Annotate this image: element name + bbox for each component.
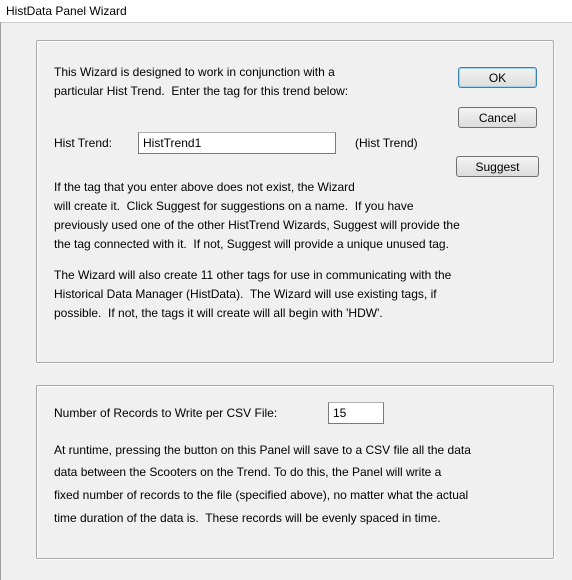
intro-line-2: particular Hist Trend. Enter the tag for… [54,84,349,98]
suggest-button[interactable]: Suggest [456,156,539,177]
para1-line-1: If the tag that you enter above does not… [54,180,355,194]
cancel-button[interactable]: Cancel [458,107,537,128]
para2-line-3: possible. If not, the tags it will creat… [54,306,383,320]
hist-trend-label: Hist Trend: [54,136,113,150]
para3-line-1: At runtime, pressing the button on this … [54,443,471,457]
window-border [0,22,1,580]
title-bar: HistData Panel Wizard [0,0,572,23]
para2-line-1: The Wizard will also create 11 other tag… [54,268,452,282]
hist-trend-type-label: (Hist Trend) [355,136,418,150]
para1-line-4: the tag connected with it. If not, Sugge… [54,237,449,251]
ok-button[interactable]: OK [458,67,537,88]
para3-line-2: data between the Scooters on the Trend. … [54,465,442,479]
para3-line-4: time duration of the data is. These reco… [54,511,441,525]
records-input[interactable] [328,402,384,424]
records-label: Number of Records to Write per CSV File: [54,406,278,420]
para1-line-3: previously used one of the other HistTre… [54,218,460,232]
hist-trend-input[interactable] [138,132,336,154]
para2-line-2: Historical Data Manager (HistData). The … [54,287,437,301]
window-title: HistData Panel Wizard [6,4,127,18]
para1-line-2: will create it. Click Suggest for sugges… [54,199,414,213]
intro-line-1: This Wizard is designed to work in conju… [54,65,335,79]
para3-line-3: fixed number of records to the file (spe… [54,488,469,502]
